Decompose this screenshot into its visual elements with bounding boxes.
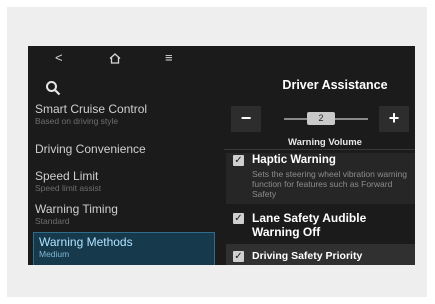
haptic-warning-checkbox[interactable]: ✓	[233, 155, 244, 166]
menu-item-label: Warning Methods	[39, 235, 133, 249]
option-title: Lane Safety Audible Warning Off	[252, 211, 367, 239]
volume-level-badge: 2	[307, 112, 335, 125]
menu-icon[interactable]: ≡	[165, 49, 173, 67]
driving-safety-priority-checkbox[interactable]: ✓	[233, 251, 244, 262]
menu-item-sublabel: Speed limit assist	[35, 183, 102, 193]
menu-item-warning-methods[interactable]: Warning Methods Medium	[33, 232, 215, 265]
lane-safety-checkbox[interactable]: ✓	[233, 213, 244, 224]
infotainment-screen: < ≡ Driver Assistance Smart Cruise Contr…	[28, 46, 415, 265]
top-bar: < ≡	[28, 46, 415, 71]
menu-item-sublabel: Based on driving style	[35, 116, 119, 126]
option-title: Driving Safety Priority	[252, 250, 363, 262]
menu-item-driving-convenience[interactable]: Driving Convenience	[35, 142, 220, 156]
volume-decrease-button[interactable]: −	[231, 106, 261, 132]
option-title: Haptic Warning	[252, 154, 336, 166]
warning-volume-label: Warning Volume	[288, 137, 362, 148]
option-haptic-warning[interactable]: ✓ Haptic Warning Sets the steering wheel…	[226, 153, 415, 204]
menu-item-label: Warning Timing	[35, 202, 118, 216]
search-icon[interactable]	[45, 80, 61, 96]
menu-item-label: Driving Convenience	[35, 142, 146, 156]
menu-item-sublabel: Medium	[39, 249, 70, 259]
option-driving-safety-priority[interactable]: ✓ Driving Safety Priority	[230, 249, 415, 263]
home-icon[interactable]	[109, 51, 121, 69]
menu-item-smart-cruise-control[interactable]: Smart Cruise Control Based on driving st…	[35, 102, 220, 126]
menu-item-warning-timing[interactable]: Warning Timing Standard	[35, 202, 220, 226]
option-row: ✓ Haptic Warning Sets the steering wheel…	[230, 153, 415, 199]
menu-item-label: Smart Cruise Control	[35, 102, 148, 116]
menu-item-label: Speed Limit	[35, 169, 99, 183]
back-icon[interactable]: <	[55, 49, 63, 67]
option-lane-safety-audible-warning-off[interactable]: ✓ Lane Safety Audible Warning Off	[230, 211, 415, 239]
menu-item-speed-limit[interactable]: Speed Limit Speed limit assist	[35, 169, 220, 193]
home-icon-glyph	[109, 53, 121, 64]
divider	[224, 149, 415, 150]
menu-item-sublabel: Standard	[35, 216, 70, 226]
panel-title: Driver Assistance	[282, 78, 388, 92]
option-row: ✓ Lane Safety Audible Warning Off	[230, 211, 415, 239]
option-row: ✓ Driving Safety Priority	[230, 249, 415, 263]
option-description: Sets the steering wheel vibration warnin…	[252, 169, 407, 199]
warning-volume-stepper: − 2 +	[219, 106, 415, 132]
search-icon-glyph	[46, 81, 61, 96]
volume-increase-button[interactable]: +	[379, 106, 409, 132]
